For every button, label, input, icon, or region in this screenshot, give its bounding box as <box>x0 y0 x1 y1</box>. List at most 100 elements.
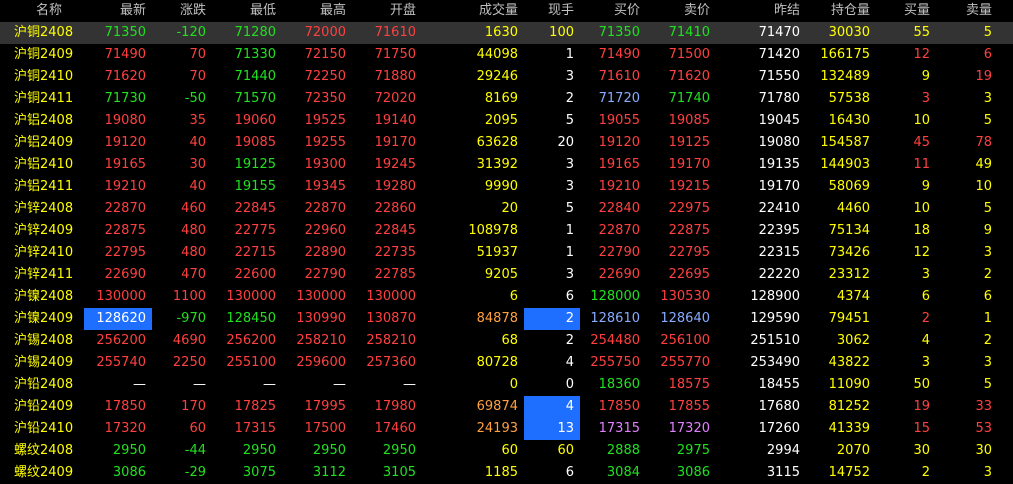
cell-name[interactable]: 沪铝2409 <box>14 132 84 154</box>
header-vol[interactable]: 成交量 <box>422 0 524 22</box>
cell-cur: 100 <box>549 25 574 40</box>
table-row[interactable]: 沪锌2408 22870 460 22845 22870 22860 20 5 22840 229… <box>0 198 1013 220</box>
cell-name[interactable]: 沪铜2408 <box>14 22 84 44</box>
table-row[interactable]: 沪锡2408 256200 4690 256200 258210 258210 68 2 254… <box>0 330 1013 352</box>
cell-name[interactable]: 螺纹2408 <box>14 440 84 462</box>
table-row[interactable]: 沪锡2409 255740 2250 255100 259600 257360 80728 4… <box>0 352 1013 374</box>
cell-name[interactable]: 沪锌2410 <box>14 242 84 264</box>
table-row[interactable]: 螺纹2408 2950 -44 2950 2950 2950 60 60 2888 2975 299… <box>0 440 1013 462</box>
table-row[interactable]: 沪锌2410 22795 480 22715 22890 22735 51937 1 22790… <box>0 242 1013 264</box>
header-last[interactable]: 最新 <box>84 0 152 22</box>
table-row[interactable]: 沪铝2409 19120 40 19085 19255 19170 63628 20 19120… <box>0 132 1013 154</box>
header-oi[interactable]: 持仓量 <box>806 0 876 22</box>
cell-chg: 4690 <box>172 333 206 348</box>
cell-vol: 108978 <box>468 223 518 238</box>
cell-cur: 2 <box>565 91 574 106</box>
cell-chg: -970 <box>176 311 206 326</box>
header-ask[interactable]: 卖价 <box>646 0 716 22</box>
cell-name[interactable]: 沪锌2408 <box>14 198 84 220</box>
table-row[interactable]: 沪镍2409 128620 -970 128450 130990 130870 84878 2… <box>0 308 1013 330</box>
cell-name[interactable]: 沪铅2409 <box>14 396 84 418</box>
cell-oi: 14752 <box>828 465 870 480</box>
cell-bidv: 10 <box>913 201 930 216</box>
table-row[interactable]: 沪铜2410 71620 70 71440 72250 71880 29246 3 71610 7… <box>0 66 1013 88</box>
header-bid[interactable]: 买价 <box>580 0 646 22</box>
table-row[interactable]: 沪锌2409 22875 480 22775 22960 22845 108978 1 2287… <box>0 220 1013 242</box>
cell-prev: 128900 <box>750 289 800 304</box>
cell-name[interactable]: 沪铝2410 <box>14 154 84 176</box>
cell-cur: 6 <box>565 465 574 480</box>
cell-oi: 2070 <box>836 443 870 458</box>
cell-low: 128450 <box>226 311 276 326</box>
cell-askv: 5 <box>983 25 992 40</box>
table-row[interactable]: 沪铝2410 19165 30 19125 19300 19245 31392 3 19165 1… <box>0 154 1013 176</box>
cell-name[interactable]: 沪锌2409 <box>14 220 84 242</box>
header-prev[interactable]: 昨结 <box>716 0 806 22</box>
cell-last: 71490 <box>104 47 146 62</box>
table-row[interactable]: 沪铜2408 71350 -120 71280 72000 71610 1630 100 713… <box>0 22 1013 44</box>
cell-open: 17460 <box>374 421 416 436</box>
header-open[interactable]: 开盘 <box>352 0 422 22</box>
cell-low: 255100 <box>226 355 276 370</box>
table-row[interactable]: 沪铅2408 — — — — — 0 0 18360 18575 18455 11090 50 5 <box>0 374 1013 396</box>
header-bidv[interactable]: 买量 <box>876 0 936 22</box>
cell-open: 2950 <box>382 443 416 458</box>
cell-name[interactable]: 沪铝2408 <box>14 110 84 132</box>
table-row[interactable]: 沪铝2408 19080 35 19060 19525 19140 2095 5 19055 19… <box>0 110 1013 132</box>
cell-low: 130000 <box>226 289 276 304</box>
table-row[interactable]: 沪锌2411 22690 470 22600 22790 22785 9205 3 22690 2… <box>0 264 1013 286</box>
cell-oi: 4374 <box>836 289 870 304</box>
cell-high: 22890 <box>304 245 346 260</box>
table-row[interactable]: 沪铅2409 17850 170 17825 17995 17980 69874 4 17850… <box>0 396 1013 418</box>
cell-name[interactable]: 沪铜2410 <box>14 66 84 88</box>
table-row[interactable]: 沪铝2411 19210 40 19155 19345 19280 9990 3 19210 19… <box>0 176 1013 198</box>
table-row[interactable]: 螺纹2409 3086 -29 3075 3112 3105 1185 6 3084 3086 31… <box>0 462 1013 484</box>
cell-name[interactable]: 沪锌2411 <box>14 264 84 286</box>
table-row[interactable]: 沪镍2408 130000 1100 130000 130000 130000 6 6 1280… <box>0 286 1013 308</box>
header-name[interactable]: 名称 <box>14 0 84 22</box>
cell-prev: 129590 <box>750 311 800 326</box>
cell-vol: 31392 <box>476 157 518 172</box>
header-askv[interactable]: 卖量 <box>936 0 998 22</box>
cell-bidv: 18 <box>913 223 930 238</box>
cell-bidv: 15 <box>913 421 930 436</box>
cell-name[interactable]: 沪锡2409 <box>14 352 84 374</box>
table-row[interactable]: 沪铅2410 17320 60 17315 17500 17460 24193 13 17315… <box>0 418 1013 440</box>
cell-chg: 480 <box>181 223 206 238</box>
cell-name[interactable]: 沪铜2409 <box>14 44 84 66</box>
cell-bid: 17315 <box>598 421 640 436</box>
header-high[interactable]: 最高 <box>282 0 352 22</box>
cell-name[interactable]: 沪铜2411 <box>14 88 84 110</box>
cell-name[interactable]: 沪镍2409 <box>14 308 84 330</box>
table-row[interactable]: 沪铜2411 71730 -50 71570 72350 72020 8169 2 71720 7… <box>0 88 1013 110</box>
cell-prev: 18455 <box>758 377 800 392</box>
header-chg[interactable]: 涨跌 <box>152 0 212 22</box>
cell-oi: 75134 <box>828 223 870 238</box>
cell-vol: 44098 <box>476 47 518 62</box>
cell-open: 130000 <box>366 289 416 304</box>
cell-name[interactable]: 沪铅2410 <box>14 418 84 440</box>
cell-oi: 58069 <box>828 179 870 194</box>
cell-askv: 1 <box>983 311 992 326</box>
cell-high: 19255 <box>304 135 346 150</box>
cell-prev: 19170 <box>758 179 800 194</box>
cell-open: 19170 <box>374 135 416 150</box>
header-low[interactable]: 最低 <box>212 0 282 22</box>
cell-askv: 33 <box>975 399 992 414</box>
cell-last: 17850 <box>104 399 146 414</box>
cell-name[interactable]: 沪锡2408 <box>14 330 84 352</box>
cell-name[interactable]: 沪铝2411 <box>14 176 84 198</box>
cell-name[interactable]: 沪镍2408 <box>14 286 84 308</box>
cell-name[interactable]: 螺纹2409 <box>14 462 84 484</box>
cell-name[interactable]: 沪铅2408 <box>14 374 84 396</box>
cell-prev: 17680 <box>758 399 800 414</box>
cell-chg: 1100 <box>172 289 206 304</box>
cell-cur: 6 <box>565 289 574 304</box>
table-row[interactable]: 沪铜2409 71490 70 71330 72150 71750 44098 1 71490 7… <box>0 44 1013 66</box>
cell-ask: 19085 <box>668 113 710 128</box>
cell-vol: 51937 <box>476 245 518 260</box>
cell-high: 72350 <box>304 91 346 106</box>
cell-ask: 71410 <box>668 25 710 40</box>
cell-cur: 0 <box>565 377 574 392</box>
header-cur[interactable]: 现手 <box>524 0 580 22</box>
